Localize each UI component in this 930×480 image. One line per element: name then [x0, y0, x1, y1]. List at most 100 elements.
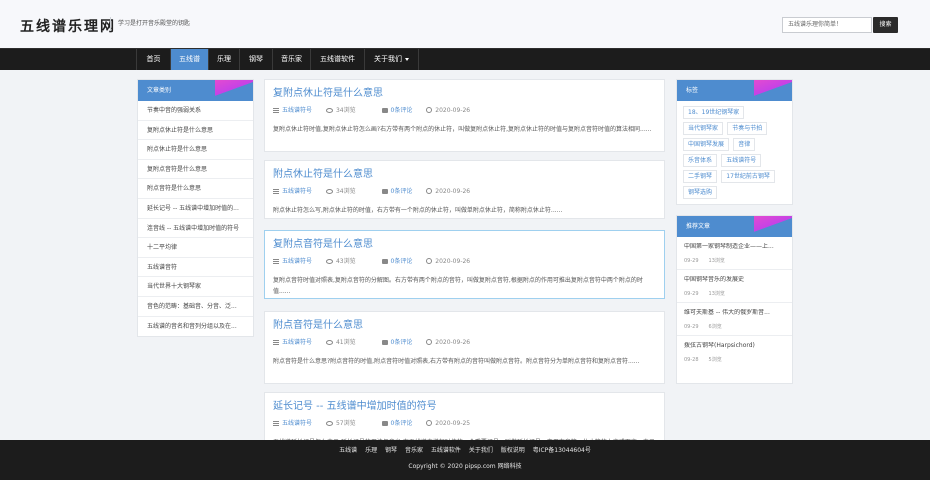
category-item[interactable]: 当代世界十大钢琴家 — [138, 277, 253, 297]
clock-icon — [426, 258, 433, 264]
eye-icon — [325, 108, 333, 113]
category-panel-title: 文章类别 — [147, 87, 172, 94]
category-item[interactable]: 连音线 -- 五线谱中增加时值的符号 — [138, 219, 253, 239]
footer-link-label: 版权说明 — [500, 447, 525, 454]
tag-link[interactable]: 中国钢琴发展 — [683, 138, 730, 151]
site-logo[interactable]: 五线谱乐理网 — [20, 16, 116, 36]
recommended-title[interactable]: 维可夫斯基 -- 伟大的俄罗斯音... — [684, 309, 785, 317]
footer-link-staff[interactable]: 五线谱 — [336, 447, 360, 454]
article-meta: 五线谱符号 34浏览 0条评论 2020-09-26 — [273, 186, 656, 196]
article-title[interactable]: 延长记号 -- 五线谱中增加时值的符号 — [273, 400, 656, 414]
article-card: 复附点音符是什么意思 五线谱符号 43浏览 0条评论 2020-09-26 复附… — [264, 230, 665, 299]
nav-item-about[interactable]: 关于我们 — [365, 49, 419, 70]
article-category-link[interactable]: 五线谱符号 — [282, 420, 312, 427]
ribbon-decoration — [754, 216, 792, 237]
nav-item-software[interactable]: 五线谱软件 — [311, 49, 365, 70]
recommended-views: 5浏览 — [708, 357, 722, 363]
footer-link-label: 五线谱软件 — [430, 447, 461, 454]
category-item[interactable]: 十二平均律 — [138, 238, 253, 258]
nav-item-home[interactable]: 首页 — [136, 49, 171, 70]
tag-link[interactable]: 钢琴选购 — [683, 186, 718, 199]
clock-icon — [426, 339, 433, 345]
category-item[interactable]: 复附点休止符是什么意思 — [138, 121, 253, 141]
article-date: 2020-09-26 — [435, 107, 471, 114]
footer-link-about[interactable]: 关于我们 — [466, 447, 496, 454]
category-item[interactable]: 音色的范畴：基础音、分音、泛... — [138, 297, 253, 317]
recommended-panel-header: 推荐文章 — [677, 216, 792, 237]
site-tagline: 学习是打开音乐殿堂的钥匙 — [110, 17, 190, 31]
comment-icon — [381, 259, 388, 264]
tag-link[interactable]: 17世纪前古钢琴 — [721, 170, 775, 183]
tag-link[interactable]: 节奏与节拍 — [727, 122, 768, 135]
footer-link-icp[interactable]: 粤ICP备13044604号 — [530, 447, 594, 454]
footer-links: 五线谱 乐理 钢琴 音乐家 五线谱软件 关于我们 版权说明 粤ICP备13044… — [0, 445, 930, 454]
recommended-meta: 09-29 6浏览 — [684, 323, 785, 330]
tags-panel-title: 标签 — [686, 87, 699, 94]
tag-link[interactable]: 二手钢琴 — [683, 170, 718, 183]
footer-link-copyright-notice[interactable]: 版权说明 — [498, 447, 528, 454]
footer-link-piano[interactable]: 钢琴 — [382, 447, 400, 454]
footer-link-musicians[interactable]: 音乐家 — [402, 447, 426, 454]
category-item[interactable]: 复附点音符是什么意思 — [138, 160, 253, 180]
tag-link[interactable]: 五线谱符号 — [721, 154, 762, 167]
recommended-title[interactable]: 中国第一家钢琴制造企业——上... — [684, 243, 785, 251]
nav-item-piano[interactable]: 钢琴 — [240, 49, 273, 70]
category-item[interactable]: 附点音符是什么意思 — [138, 179, 253, 199]
footer-link-label: 乐理 — [365, 447, 378, 454]
list-icon — [273, 421, 279, 426]
eye-icon — [325, 259, 333, 264]
nav-item-theory[interactable]: 乐理 — [209, 49, 240, 70]
search-button[interactable]: 搜索 — [873, 17, 898, 33]
search-input[interactable]: 五线谱乐理你简单！ — [782, 17, 872, 33]
article-comments-link[interactable]: 0条评论 — [391, 420, 413, 427]
article-category-link[interactable]: 五线谱符号 — [282, 188, 312, 195]
recommended-title[interactable]: 拨弦古钢琴(Harpsichord) — [684, 342, 785, 350]
comment-icon — [381, 421, 388, 426]
tags-panel: 标签 18、19世纪钢琴家 当代钢琴家 节奏与节拍 中国钢琴发展 音律 乐音体系… — [676, 79, 793, 205]
article-category-link[interactable]: 五线谱符号 — [282, 107, 312, 114]
nav-item-musicians[interactable]: 音乐家 — [273, 49, 311, 70]
nav-item-staff[interactable]: 五线谱 — [171, 49, 209, 70]
article-comments-link[interactable]: 0条评论 — [391, 188, 413, 195]
footer-link-software[interactable]: 五线谱软件 — [428, 447, 464, 454]
article-meta: 五线谱符号 43浏览 0条评论 2020-09-26 — [273, 256, 656, 266]
site-header: 五线谱乐理网 学习是打开音乐殿堂的钥匙 五线谱乐理你简单！ 搜索 — [0, 0, 930, 48]
ribbon-decoration — [215, 80, 253, 101]
category-item[interactable]: 附点休止符是什么意思 — [138, 140, 253, 160]
article-comments-link[interactable]: 0条评论 — [391, 339, 413, 346]
article-title[interactable]: 附点休止符是什么意思 — [273, 168, 656, 182]
clock-icon — [426, 420, 433, 426]
article-title[interactable]: 复附点休止符是什么意思 — [273, 87, 656, 101]
footer-link-theory[interactable]: 乐理 — [362, 447, 380, 454]
article-meta: 五线谱符号 41浏览 0条评论 2020-09-26 — [273, 337, 656, 347]
list-icon — [273, 340, 279, 345]
nav-item-about-label: 关于我们 — [374, 55, 402, 63]
article-excerpt: 复附点休止符时值,复附点休止符怎么画?右方带有两个附点的休止符，叫做复附点休止符… — [273, 126, 652, 133]
article-comments-link[interactable]: 0条评论 — [391, 107, 413, 114]
tag-link[interactable]: 音律 — [733, 138, 756, 151]
clock-icon — [426, 107, 433, 113]
tag-link[interactable]: 乐音体系 — [683, 154, 718, 167]
article-card: 附点音符是什么意思 五线谱符号 41浏览 0条评论 2020-09-26 附点音… — [264, 311, 665, 384]
recommended-panel: 推荐文章 中国第一家钢琴制造企业——上... 09-29 13浏览 中国钢琴音乐的… — [676, 215, 793, 384]
comment-icon — [381, 340, 388, 345]
recommended-title[interactable]: 中国钢琴音乐的发展史 — [684, 276, 785, 284]
category-item[interactable]: 五线谱的音名和音列分组以及在... — [138, 317, 253, 337]
recommended-views: 13浏览 — [708, 291, 725, 297]
category-item[interactable]: 节奏中音的强弱关系 — [138, 101, 253, 121]
article-title[interactable]: 附点音符是什么意思 — [273, 319, 656, 333]
article-comments-link[interactable]: 0条评论 — [391, 258, 413, 265]
category-item[interactable]: 五线谱音符 — [138, 258, 253, 278]
article-title[interactable]: 复附点音符是什么意思 — [273, 238, 656, 252]
article-excerpt: 附点音符是什么意思?附点音符的时值,附点音符时值对照表,右方带有附点的音符叫做附… — [273, 358, 640, 365]
tag-link[interactable]: 18、19世纪钢琴家 — [683, 106, 745, 119]
tag-link[interactable]: 当代钢琴家 — [683, 122, 724, 135]
article-date: 2020-09-26 — [435, 188, 471, 195]
article-excerpt: 附点休止符怎么写,附点休止符的时值，右方带有一个附点的休止符，叫做单附点休止符，… — [273, 207, 563, 214]
clock-icon — [426, 188, 433, 194]
article-card: 复附点休止符是什么意思 五线谱符号 34浏览 0条评论 2020-09-26 复… — [264, 79, 665, 152]
article-date: 2020-09-26 — [435, 258, 471, 265]
category-item[interactable]: 延长记号 -- 五线谱中增加时值的... — [138, 199, 253, 219]
article-category-link[interactable]: 五线谱符号 — [282, 258, 312, 265]
article-category-link[interactable]: 五线谱符号 — [282, 339, 312, 346]
